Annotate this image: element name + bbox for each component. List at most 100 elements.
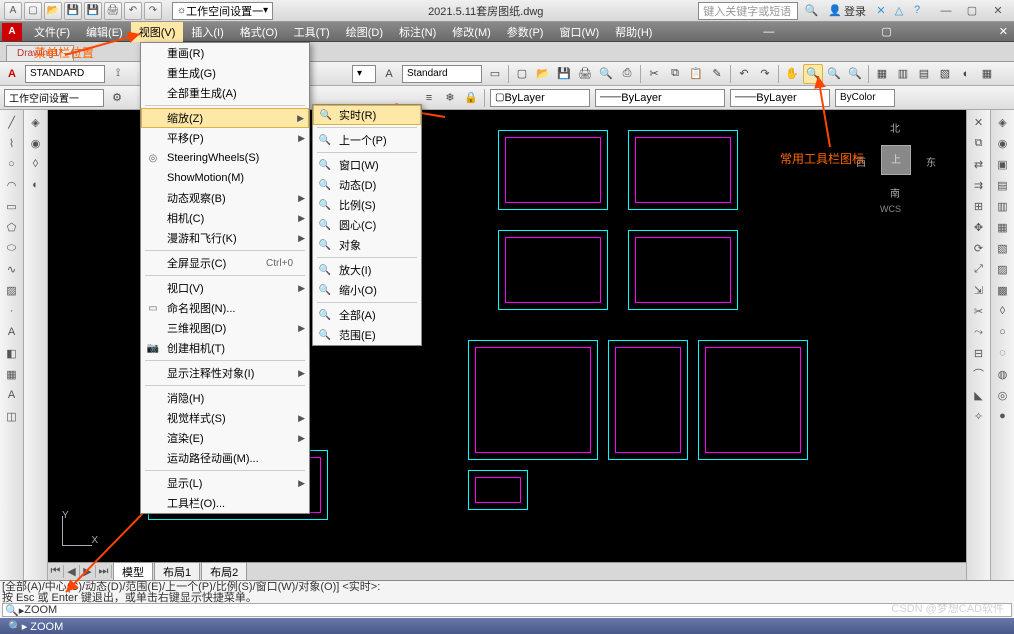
tb-publish-icon[interactable]: ⎙ [617,64,637,84]
menu-item[interactable]: 全部重生成(A) [141,83,309,103]
tb-undo-icon[interactable]: ↶ [734,64,754,84]
lineweight-combo[interactable]: ─── ByLayer [730,89,830,107]
command-input[interactable]: 🔍▸ ZOOM [2,603,1012,617]
cloud-icon[interactable]: △ [892,4,906,18]
tb-redo-icon[interactable]: ↷ [755,64,775,84]
tb-dc-icon[interactable]: ▥ [893,64,913,84]
m2b-icon[interactable]: ◉ [993,133,1013,153]
menu-item[interactable]: ShowMotion(M) [141,168,309,188]
tool-b-icon[interactable]: ◉ [26,133,46,153]
menu-item[interactable]: 平移(P)▶ [141,128,309,148]
tb-new-icon[interactable]: ▢ [512,64,532,84]
menu-item[interactable]: 相机(C)▶ [141,208,309,228]
tb-cut-icon[interactable]: ✂ [644,64,664,84]
menu-item[interactable]: 🔍全部(A) [313,305,421,325]
lt-first-icon[interactable]: ⏮ [48,565,64,578]
menu-item[interactable]: 🔍实时(R) [313,105,421,125]
text-icon[interactable]: A [2,322,22,342]
m2m-icon[interactable]: ◍ [993,364,1013,384]
block-icon[interactable]: ◫ [2,406,22,426]
menu-draw[interactable]: 绘图(D) [338,22,391,42]
line-icon[interactable]: ╱ [2,112,22,132]
menu-item[interactable]: 重画(R) [141,43,309,63]
search-icon[interactable]: 🔍 [802,4,820,17]
menu-item[interactable]: 显示(L)▶ [141,473,309,493]
ellipse-icon[interactable]: ⬭ [2,238,22,258]
tb-save-icon[interactable]: 💾 [554,64,574,84]
tb-copy-icon[interactable]: ⧉ [665,64,685,84]
ws-gear-icon[interactable]: ⚙ [107,88,127,108]
tb-prop-icon[interactable]: ▦ [872,64,892,84]
hatch-icon[interactable]: ▨ [2,280,22,300]
tb-tp-icon[interactable]: ▤ [914,64,934,84]
new-icon[interactable]: ▢ [24,2,42,20]
close-button[interactable]: ✕ [986,3,1010,19]
point-icon[interactable]: · [2,301,22,321]
menu-item[interactable]: 漫游和飞行(K)▶ [141,228,309,248]
help-icon[interactable]: ? [910,4,924,18]
menu-item[interactable]: 运动路径动画(M)... [141,448,309,468]
menu-item[interactable]: ▭命名视图(N)... [141,298,309,318]
menu-item[interactable]: 全屏显示(C)Ctrl+0 [141,253,309,273]
circle-icon[interactable]: ○ [2,154,22,174]
menu-param[interactable]: 参数(P) [499,22,552,42]
ws-combo-2[interactable]: 工作空间设置一 [4,89,104,107]
menu-dim[interactable]: 标注(N) [391,22,444,42]
menu-item[interactable]: ◎SteeringWheels(S) [141,148,309,168]
mdi-restore[interactable]: ▢ [877,23,895,40]
tb-zoom-rt-icon[interactable]: 🔍 [803,64,823,84]
undo-icon[interactable]: ↶ [124,2,142,20]
m2a-icon[interactable]: ◈ [993,112,1013,132]
tb-zoom-prev-icon[interactable]: 🔍 [845,64,865,84]
mtext-icon[interactable]: A [2,385,22,405]
trim-icon[interactable]: ✂ [969,301,989,321]
m2k-icon[interactable]: ○ [993,322,1013,342]
view-cube[interactable]: 北 南 东 西 上 WCS [856,120,936,200]
menu-item[interactable]: 🔍圆心(C) [313,215,421,235]
menu-edit[interactable]: 编辑(E) [78,22,131,42]
menu-item[interactable]: 工具栏(O)... [141,493,309,513]
tool-a-icon[interactable]: ◈ [26,112,46,132]
menu-file[interactable]: 文件(F) [26,22,78,42]
tb-b-icon[interactable]: ▭ [485,64,505,84]
redo-icon[interactable]: ↷ [144,2,162,20]
menu-item[interactable]: 三维视图(D)▶ [141,318,309,338]
region-icon[interactable]: ◧ [2,343,22,363]
layout-tab-1[interactable]: 布局1 [154,562,200,581]
color-combo[interactable]: ByColor [835,89,895,107]
lt-prev-icon[interactable]: ◀ [64,565,80,578]
layout-tab-model[interactable]: 模型 [113,562,153,581]
save-icon[interactable]: 💾 [64,2,82,20]
scale-icon[interactable]: ⤢ [969,259,989,279]
tb-zoom-win-icon[interactable]: 🔍 [824,64,844,84]
m2i-icon[interactable]: ▩ [993,280,1013,300]
tb-open-icon[interactable]: 📂 [533,64,553,84]
menu-item[interactable]: 📷创建相机(T) [141,338,309,358]
tb-paste-icon[interactable]: 📋 [686,64,706,84]
poly-icon[interactable]: ⬠ [2,217,22,237]
tb-preview-icon[interactable]: 🔍 [596,64,616,84]
menu-item[interactable]: 🔍上一个(P) [313,130,421,150]
tb-ssm-icon[interactable]: ▧ [935,64,955,84]
chamfer-icon[interactable]: ◣ [969,385,989,405]
layer-freeze-icon[interactable]: ❄ [440,88,460,108]
mdi-close[interactable]: ✕ [995,23,1012,40]
m2l-icon[interactable]: ◌ [993,343,1013,363]
menu-item[interactable]: 显示注释性对象(I)▶ [141,363,309,383]
help-search-input[interactable]: 键入关键字或短语 [698,2,798,20]
menu-item[interactable]: 🔍窗口(W) [313,155,421,175]
layer-combo[interactable]: ▢ ByLayer [490,89,590,107]
minimize-button[interactable]: — [934,3,958,19]
layer-lock-icon[interactable]: 🔒 [461,88,481,108]
tb-pan-icon[interactable]: ✋ [782,64,802,84]
menu-help[interactable]: 帮助(H) [607,22,660,42]
m2j-icon[interactable]: ◊ [993,301,1013,321]
fillet-icon[interactable]: ⌒ [969,364,989,384]
tb-print-icon[interactable]: 🖨 [575,64,595,84]
open-icon[interactable]: 📂 [44,2,62,20]
m2c-icon[interactable]: ▣ [993,154,1013,174]
extend-icon[interactable]: ⤳ [969,322,989,342]
layout-tab-2[interactable]: 布局2 [201,562,247,581]
menu-item[interactable]: 🔍比例(S) [313,195,421,215]
m2g-icon[interactable]: ▧ [993,238,1013,258]
